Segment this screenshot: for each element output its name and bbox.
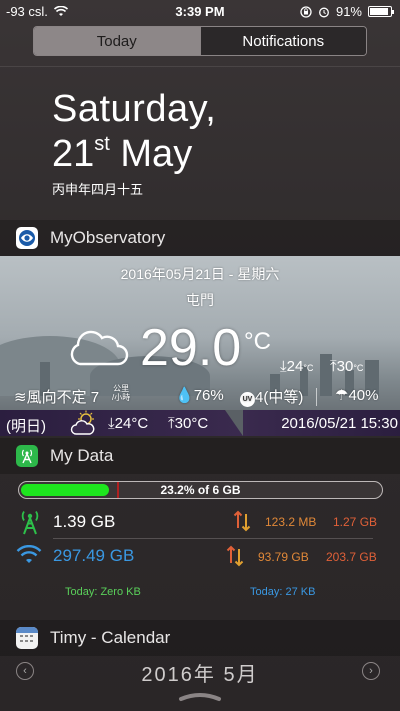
- arrow-up-icon: ⤒: [168, 415, 175, 432]
- current-temperature: 29.0: [140, 319, 242, 377]
- weather-panel[interactable]: 2016年05月21日 - 星期六 屯門 29.0 °C ⤓24°C ⤒30°C…: [0, 256, 400, 436]
- temperature-high-value: 30: [336, 358, 354, 375]
- status-bar: -93 csl. 3:39 PM 91%: [0, 0, 400, 24]
- umbrella-icon: ☂: [335, 387, 349, 404]
- tab-today[interactable]: Today: [34, 27, 200, 55]
- date-day-month: 21st May: [52, 133, 192, 176]
- cell-tower-icon: [21, 510, 39, 535]
- arrow-down-icon: ⤓: [280, 358, 287, 375]
- widget-title-myobservatory: MyObservatory: [50, 228, 166, 247]
- widget-title-my-data: My Data: [50, 446, 114, 465]
- cloud-icon: [70, 330, 129, 366]
- forecast-timestamp: 2016/05/21 15:30: [281, 415, 398, 432]
- sun-cloud-icon: [70, 410, 95, 435]
- arrow-up-icon: ⤒: [330, 358, 337, 375]
- wind-unit-bottom: /小時: [112, 393, 131, 402]
- wind-text: 風向不定 7: [26, 389, 100, 406]
- today-cellular-usage: Today: Zero KB: [65, 586, 141, 598]
- weather-date: 2016年05月21日 - 星期六: [120, 266, 280, 282]
- wifi-icon: [16, 545, 42, 563]
- battery-level: [370, 8, 389, 15]
- weather-details-row: ≋風向不定 7 公里/小時 💧76% UV 4(中等) ☂40%: [0, 384, 400, 408]
- temperature-high: ⤒30°C: [330, 358, 363, 375]
- widget-title-timy-calendar: Timy - Calendar: [50, 628, 171, 647]
- wind-icon: ≋: [14, 389, 27, 406]
- humidity-info: 💧76%: [175, 386, 224, 404]
- date-suffix: st: [94, 133, 110, 155]
- widget-header-timy-calendar[interactable]: Timy - Calendar: [0, 620, 400, 656]
- arrow-down-icon: ⤓: [108, 415, 115, 432]
- date-day: 21: [52, 133, 95, 175]
- rain-info: ☂40%: [335, 386, 378, 404]
- forecast-label: (明日): [6, 418, 46, 435]
- view-segmented-control: Today Notifications: [33, 26, 367, 56]
- forecast-low-value: 24°C: [114, 415, 149, 432]
- uv-icon: UV: [240, 392, 255, 407]
- cellular-upload: 1.27 GB: [333, 515, 378, 529]
- forecast-low: ⤓24°C: [108, 415, 148, 432]
- pull-up-handle[interactable]: [178, 690, 222, 702]
- weather-location: 屯門: [186, 292, 214, 308]
- data-usage-text: 23.2% of 6 GB: [160, 483, 241, 497]
- up-down-arrows-icon: [233, 510, 251, 532]
- temperature-low: ⤓24°C: [280, 358, 313, 375]
- temperature-unit: °C: [244, 328, 271, 355]
- battery-percent: 91%: [335, 4, 362, 19]
- next-month-button[interactable]: ›: [362, 662, 380, 680]
- forecast-wedge: [225, 410, 243, 436]
- date-month: May: [120, 133, 193, 175]
- alarm-icon: [319, 7, 329, 17]
- up-down-arrows-icon: [226, 545, 244, 567]
- wifi-upload: 203.7 GB: [326, 550, 377, 564]
- temperature-high-unit: °C: [353, 363, 364, 373]
- orientation-lock-icon: [300, 5, 312, 18]
- calendar-year: 2016年: [141, 664, 216, 686]
- date-weekday: Saturday,: [52, 88, 217, 130]
- cellular-download: 123.2 MB: [265, 515, 317, 529]
- tab-notifications[interactable]: Notifications: [199, 27, 366, 55]
- my-data-app-icon: [16, 445, 38, 467]
- temperature-low-value: 24: [286, 358, 304, 375]
- calendar-month-label: 2016年 5月: [0, 658, 400, 687]
- data-usage-bar: 23.2% of 6 GB: [18, 481, 383, 499]
- wind-unit: 公里/小時: [112, 384, 130, 402]
- header-divider: [0, 66, 400, 67]
- status-right: 91%: [300, 4, 394, 19]
- wind-info: ≋風向不定 7: [14, 386, 99, 407]
- uv-value: 4(中等): [255, 389, 304, 406]
- cellular-total: 1.39 GB: [53, 512, 116, 531]
- battery-icon: [368, 6, 394, 17]
- wind-unit-top: 公里: [113, 384, 130, 393]
- rain-probability: 40%: [348, 387, 379, 404]
- temperature-low-unit: °C: [303, 363, 314, 373]
- chevron-right-icon: ›: [369, 665, 373, 677]
- humidity-drop-icon: 💧: [175, 387, 194, 404]
- forecast-strip[interactable]: (明日) ⤓24°C ⤒30°C 2016/05/21 15:30: [0, 410, 400, 436]
- today-wifi-usage: Today: 27 KB: [250, 586, 316, 598]
- myobservatory-app-icon: [16, 227, 38, 249]
- calendar-month: 5月: [223, 664, 259, 686]
- wifi-download: 93.79 GB: [258, 550, 309, 564]
- calendar-month-bar: ‹ 2016年 5月 ›: [0, 656, 400, 692]
- lunar-date: 丙申年四月十五: [52, 182, 144, 197]
- forecast-high-value: 30°C: [174, 415, 209, 432]
- uv-info: UV 4(中等): [240, 386, 303, 407]
- humidity-value: 76%: [193, 387, 224, 404]
- widget-header-myobservatory[interactable]: MyObservatory: [0, 220, 400, 256]
- weather-separator: [316, 388, 317, 406]
- widget-header-my-data[interactable]: My Data: [0, 438, 400, 474]
- wifi-total: 297.49 GB: [53, 546, 135, 565]
- forecast-high: ⤒30°C: [168, 415, 208, 432]
- calendar-app-icon: [16, 627, 38, 649]
- data-row-divider: [53, 538, 373, 539]
